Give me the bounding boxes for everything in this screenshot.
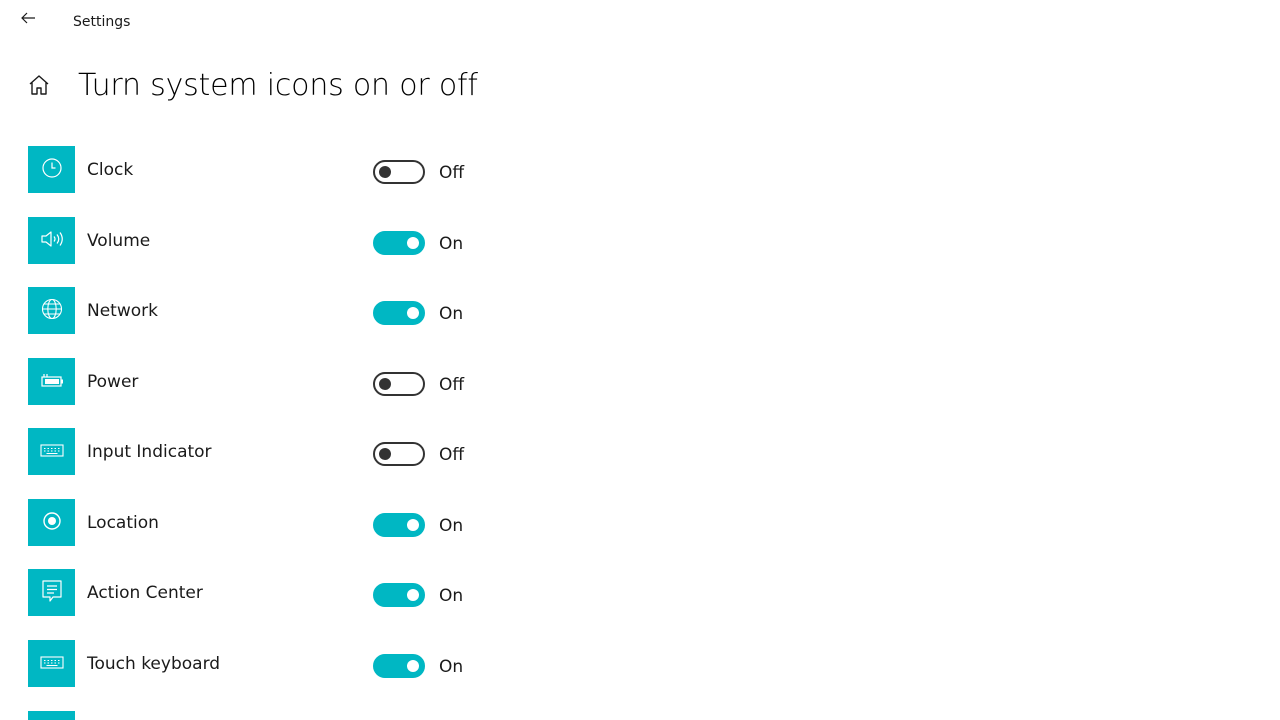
power-toggle[interactable] bbox=[373, 372, 425, 396]
globe-icon bbox=[40, 297, 64, 325]
clock-icon bbox=[40, 156, 64, 184]
toggle-knob bbox=[407, 307, 419, 319]
clock-toggle[interactable] bbox=[373, 160, 425, 184]
next-item-tile-partial bbox=[28, 711, 75, 720]
setting-label: Input Indicator bbox=[87, 442, 212, 462]
setting-row-network: Network On bbox=[0, 287, 600, 335]
toggle-state-text: Off bbox=[439, 445, 465, 465]
touch-keyboard-icon bbox=[39, 650, 65, 678]
battery-icon bbox=[39, 368, 65, 396]
touch-keyboard-tile bbox=[28, 640, 75, 687]
action-center-toggle[interactable] bbox=[373, 583, 425, 607]
location-icon bbox=[40, 509, 64, 537]
setting-row-input-indicator: Input Indicator Off bbox=[0, 428, 600, 476]
title-bar: Settings bbox=[0, 0, 1280, 42]
setting-label: Clock bbox=[87, 160, 134, 180]
setting-row-action-center: Action Center On bbox=[0, 569, 600, 617]
clock-tile bbox=[28, 146, 75, 193]
volume-tile bbox=[28, 217, 75, 264]
toggle-knob bbox=[379, 448, 391, 460]
setting-label: Volume bbox=[87, 231, 151, 251]
toggle-state-text: On bbox=[439, 516, 464, 536]
toggle-knob bbox=[379, 378, 391, 390]
toggle-knob bbox=[407, 237, 419, 249]
toggle-state-text: On bbox=[439, 586, 464, 606]
toggle-state-text: On bbox=[439, 304, 464, 324]
touch-keyboard-toggle[interactable] bbox=[373, 654, 425, 678]
page-title: Turn system icons on or off bbox=[78, 68, 478, 103]
network-toggle[interactable] bbox=[373, 301, 425, 325]
location-tile bbox=[28, 499, 75, 546]
toggle-state-text: Off bbox=[439, 375, 465, 395]
toggle-knob bbox=[407, 589, 419, 601]
keyboard-icon bbox=[39, 438, 65, 466]
toggle-state-text: On bbox=[439, 234, 464, 254]
setting-label: Touch keyboard bbox=[87, 654, 221, 674]
volume-toggle[interactable] bbox=[373, 231, 425, 255]
back-arrow-icon bbox=[20, 10, 36, 30]
setting-row-power: Power Off bbox=[0, 358, 600, 406]
page-header: Turn system icons on or off bbox=[0, 60, 1280, 112]
setting-label: Power bbox=[87, 372, 139, 392]
home-button[interactable] bbox=[22, 70, 56, 104]
window-title: Settings bbox=[73, 14, 131, 30]
toggle-knob bbox=[407, 519, 419, 531]
action-center-tile bbox=[28, 569, 75, 616]
action-center-icon bbox=[40, 578, 64, 608]
input-indicator-toggle[interactable] bbox=[373, 442, 425, 466]
toggle-state-text: Off bbox=[439, 163, 465, 183]
power-tile bbox=[28, 358, 75, 405]
home-icon bbox=[27, 73, 51, 101]
setting-row-location: Location On bbox=[0, 499, 600, 547]
volume-icon bbox=[39, 227, 65, 255]
toggle-state-text: On bbox=[439, 657, 464, 677]
toggle-knob bbox=[379, 166, 391, 178]
setting-row-volume: Volume On bbox=[0, 217, 600, 265]
toggle-knob bbox=[407, 660, 419, 672]
input-indicator-tile bbox=[28, 428, 75, 475]
location-toggle[interactable] bbox=[373, 513, 425, 537]
setting-label: Network bbox=[87, 301, 158, 321]
setting-row-touch-keyboard: Touch keyboard On bbox=[0, 640, 600, 688]
setting-row-clock: Clock Off bbox=[0, 146, 600, 194]
network-tile bbox=[28, 287, 75, 334]
setting-label: Location bbox=[87, 513, 159, 533]
setting-label: Action Center bbox=[87, 583, 203, 603]
back-button[interactable] bbox=[12, 4, 44, 36]
